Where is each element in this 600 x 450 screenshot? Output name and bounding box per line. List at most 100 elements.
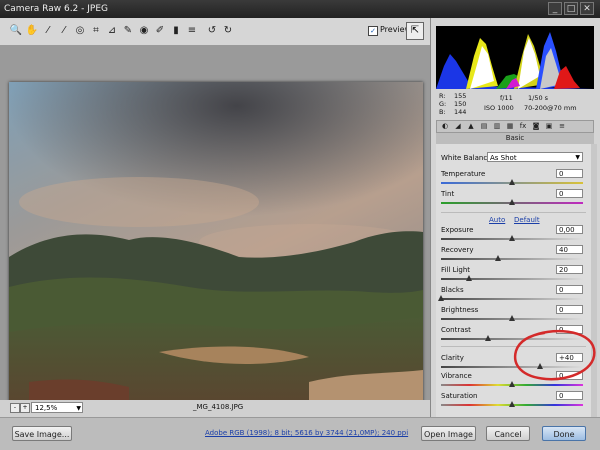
panel-tab-icon[interactable]: ▥ — [492, 122, 502, 131]
panel-tab-icon[interactable]: ▲ — [466, 122, 476, 131]
red-eye-removal-tool-icon[interactable]: ◉ — [137, 24, 151, 38]
graduated-filter-icon[interactable]: ▮ — [169, 24, 183, 38]
panel-tab-icon[interactable]: ◐ — [440, 122, 450, 131]
recovery-value-field[interactable]: 40 — [556, 245, 583, 254]
zoom-in-button[interactable]: + — [20, 403, 30, 413]
maximize-button[interactable]: □ — [564, 2, 578, 15]
title-bar: Camera Raw 6.2 - JPEG _ □ ✕ — [0, 0, 600, 18]
minimize-button[interactable]: _ — [548, 2, 562, 15]
temperature-label: Temperature — [441, 170, 486, 178]
temperature-slider[interactable] — [441, 179, 583, 185]
exposure-slider-thumb[interactable] — [509, 235, 515, 241]
annotation-circle — [513, 329, 596, 381]
photo-image — [9, 82, 423, 404]
window-title: Camera Raw 6.2 - JPEG — [4, 4, 108, 14]
tint-slider[interactable] — [441, 199, 583, 205]
blacks-slider-thumb[interactable] — [438, 295, 444, 301]
rotate-right-icon[interactable]: ↻ — [221, 24, 235, 38]
preview-status-bar: - + 12,5% ▼ _MG_4108.JPG — [0, 400, 430, 417]
fill-light-label: Fill Light — [441, 266, 471, 274]
file-name: _MG_4108.JPG — [193, 403, 244, 411]
exposure-label: Exposure — [441, 226, 474, 234]
saturation-slider-thumb[interactable] — [509, 401, 515, 407]
lens-value: 70-200@70 mm — [524, 104, 577, 112]
fill-light-slider-thumb[interactable] — [466, 275, 473, 281]
recovery-slider[interactable] — [441, 255, 583, 261]
done-button[interactable]: Done — [542, 426, 586, 441]
spot-removal-tool-icon[interactable]: ✎ — [121, 24, 135, 38]
close-button[interactable]: ✕ — [580, 2, 594, 15]
preview-checkbox[interactable]: ✓ — [368, 26, 378, 36]
recovery-slider-thumb[interactable] — [494, 255, 501, 261]
g-value: 150 — [454, 100, 467, 108]
panel-tab-icon[interactable]: ≡ — [557, 122, 567, 131]
preview-toggle[interactable]: ✓ Preview — [368, 25, 411, 36]
workflow-options-link[interactable]: Adobe RGB (1998); 8 bit; 5616 by 3744 (2… — [205, 429, 408, 437]
footer-bar: Save Image... Adobe RGB (1998); 8 bit; 5… — [0, 417, 600, 450]
tint-slider-thumb[interactable] — [509, 199, 515, 205]
clarity-label: Clarity — [441, 354, 464, 362]
target-adjustment-tool-icon[interactable]: ◎ — [73, 24, 87, 38]
blacks-label: Blacks — [441, 286, 464, 294]
zoom-out-button[interactable]: - — [10, 403, 20, 413]
aperture-value: f/11 — [500, 94, 513, 102]
brightness-slider[interactable] — [441, 315, 583, 321]
histogram-graph — [436, 32, 594, 89]
panel-tab-icon[interactable]: ◢ — [453, 122, 463, 131]
r-label: R: — [439, 92, 446, 100]
panel-tab-icon[interactable]: ▣ — [544, 122, 554, 131]
fullscreen-icon[interactable]: ⇱ — [406, 22, 424, 40]
panel-tab-icon[interactable]: ▤ — [479, 122, 489, 131]
contrast-label: Contrast — [441, 326, 471, 334]
zoom-level-select[interactable]: 12,5% ▼ — [31, 402, 83, 413]
fill-light-value-field[interactable]: 20 — [556, 265, 583, 274]
white-balance-select[interactable]: As Shot ▼ — [487, 152, 583, 162]
preferences-icon[interactable]: ≡ — [185, 24, 199, 38]
saturation-label: Saturation — [441, 392, 478, 400]
image-preview-area — [0, 45, 430, 404]
contrast-slider-thumb[interactable] — [484, 335, 491, 341]
zoom-tool-icon[interactable]: 🔍 — [9, 24, 23, 38]
iso-value: ISO 1000 — [484, 104, 514, 112]
panel-tab-icon[interactable]: ◙ — [531, 122, 541, 131]
cancel-button[interactable]: Cancel — [486, 426, 530, 441]
tint-label: Tint — [441, 190, 455, 198]
adjustment-brush-icon[interactable]: ✐ — [153, 24, 167, 38]
crop-tool-icon[interactable]: ⌗ — [89, 24, 103, 38]
zoom-level-value: 12,5% — [35, 404, 58, 412]
save-image-button[interactable]: Save Image... — [12, 426, 72, 441]
tint-value-field[interactable]: 0 — [556, 189, 583, 198]
brightness-slider-thumb[interactable] — [509, 315, 515, 321]
brightness-label: Brightness — [441, 306, 479, 314]
hand-tool-icon[interactable]: ✋ — [25, 24, 39, 38]
panel-tab-icon[interactable]: fx — [518, 122, 528, 131]
blacks-slider[interactable] — [438, 295, 583, 301]
blacks-value-field[interactable]: 0 — [556, 285, 583, 294]
saturation-value-field[interactable]: 0 — [556, 391, 583, 400]
b-label: B: — [439, 108, 446, 116]
fill-light-slider[interactable] — [441, 275, 583, 281]
temperature-value-field[interactable]: 0 — [556, 169, 583, 178]
b-value: 144 — [454, 108, 467, 116]
color-sampler-tool-icon[interactable]: ⁄ — [57, 24, 71, 38]
chevron-down-icon: ▼ — [575, 154, 580, 161]
exposure-value-field[interactable]: 0,00 — [556, 225, 583, 234]
default-link[interactable]: Default — [514, 216, 540, 224]
white-balance-label: White Balance: — [441, 154, 494, 162]
temperature-slider-thumb[interactable] — [509, 179, 515, 185]
open-image-button[interactable]: Open Image — [421, 426, 476, 441]
r-value: 155 — [454, 92, 467, 100]
brightness-value-field[interactable]: 0 — [556, 305, 583, 314]
histogram — [436, 26, 594, 89]
straighten-tool-icon[interactable]: ⊿ — [105, 24, 119, 38]
divider — [441, 212, 586, 213]
image-info: R: 155 G: 150 B: 144 f/11 1/50 s ISO 100… — [436, 91, 594, 118]
auto-link[interactable]: Auto — [489, 216, 505, 224]
recovery-label: Recovery — [441, 246, 474, 254]
tool-bar: 🔍 ✋ ⁄ ⁄ ◎ ⌗ ⊿ ✎ ◉ ✐ ▮ ≡ ↺ ↻ ✓ Preview ⇱ — [0, 18, 430, 45]
rotate-left-icon[interactable]: ↺ — [205, 24, 219, 38]
panel-tab-icon[interactable]: ▦ — [505, 122, 515, 131]
saturation-slider[interactable] — [441, 401, 583, 407]
white-balance-tool-icon[interactable]: ⁄ — [41, 24, 55, 38]
exposure-slider[interactable] — [441, 235, 583, 241]
